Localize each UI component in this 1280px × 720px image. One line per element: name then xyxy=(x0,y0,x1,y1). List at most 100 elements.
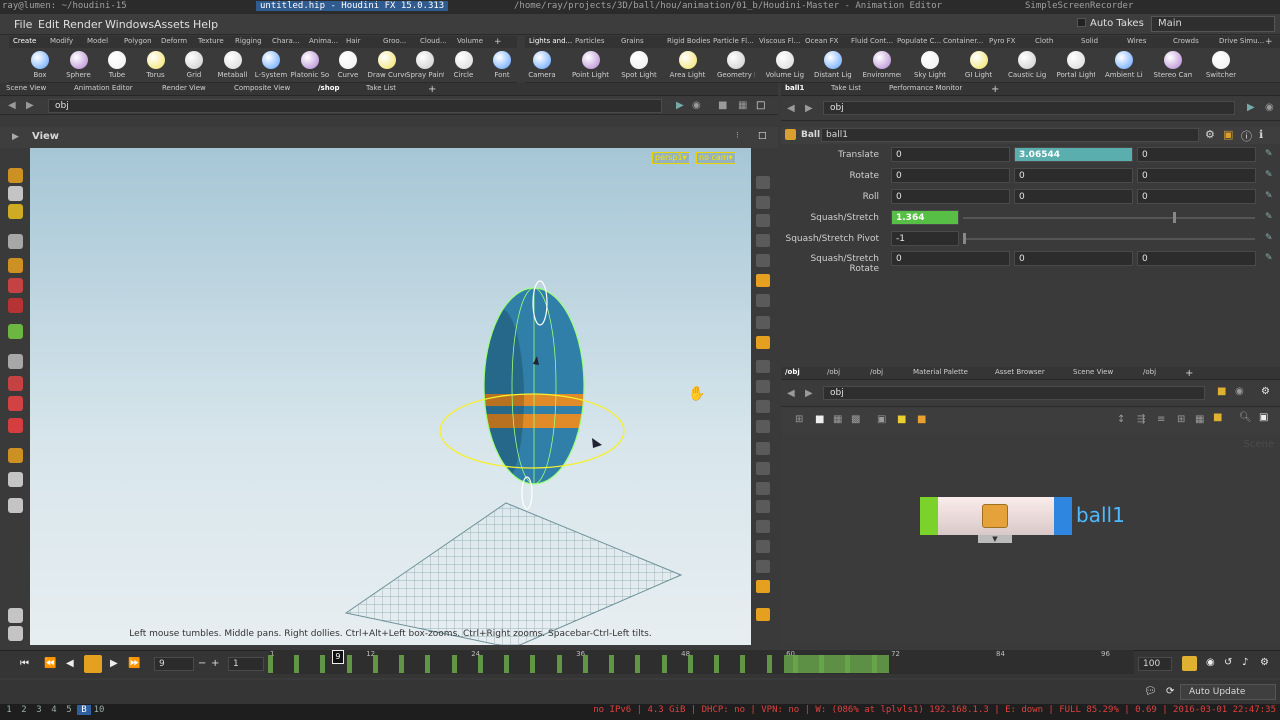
zoom-icon[interactable]: 🔍︎ xyxy=(1239,412,1252,423)
shelf-tool-14[interactable]: Switcher xyxy=(1202,50,1240,82)
snap-icon[interactable]: ⊞ xyxy=(1177,414,1185,425)
right-tool-icon-17[interactable] xyxy=(756,520,770,533)
audio-icon[interactable]: ♪ xyxy=(1242,657,1248,668)
tab-shop[interactable]: /shop xyxy=(318,84,340,92)
left-tool-icon-11[interactable] xyxy=(8,418,23,433)
keyframe-marker[interactable] xyxy=(661,655,667,673)
node-render-flag[interactable] xyxy=(1054,497,1072,535)
right-tool-icon-10[interactable] xyxy=(756,380,770,393)
keyframe-marker[interactable] xyxy=(635,655,641,673)
shelf-tab-7[interactable]: Fluid Cont... xyxy=(851,37,893,45)
left-tool-icon-14[interactable] xyxy=(8,498,23,513)
link-icon[interactable]: ◉ xyxy=(692,100,701,111)
link-icon[interactable]: ◉ xyxy=(1235,386,1244,397)
keyframe-marker[interactable] xyxy=(425,655,431,673)
shelf-tab-1[interactable]: Particles xyxy=(575,37,605,45)
shelf-tool-13[interactable]: Stereo Cam... xyxy=(1154,50,1192,82)
tab-animation-editor[interactable]: Animation Editor xyxy=(74,84,133,92)
param-slider-handle[interactable] xyxy=(963,233,966,244)
shelf-tab-4[interactable]: Particle Fl... xyxy=(713,37,754,45)
shelf-tool-2[interactable]: Spot Light xyxy=(620,50,658,82)
keyframe-marker[interactable] xyxy=(740,655,746,673)
matrix-icon[interactable]: ▩ xyxy=(851,414,860,425)
tab-take-list[interactable]: Take List xyxy=(366,84,396,92)
left-tool-icon-13[interactable] xyxy=(8,472,23,487)
right-tool-icon-14[interactable] xyxy=(756,462,770,475)
right-tool-icon-19[interactable] xyxy=(756,560,770,573)
param-menu-icon[interactable]: ✎ xyxy=(1265,212,1273,222)
chat-icon[interactable]: 💬︎ xyxy=(1144,686,1157,697)
recorder-title[interactable]: SimpleScreenRecorder xyxy=(1025,1,1133,11)
shelf-tab-3[interactable]: Rigid Bodies xyxy=(667,37,710,45)
desktop-button-5[interactable]: B xyxy=(77,705,91,715)
shelf-tab-6[interactable]: Ocean FX xyxy=(805,37,838,45)
desktop-button-4[interactable]: 5 xyxy=(62,705,76,715)
shelf-tab-11[interactable]: Cloud... xyxy=(420,37,447,45)
param-menu-icon[interactable]: ✎ xyxy=(1265,233,1273,243)
right-tool-icon-16[interactable] xyxy=(756,500,770,513)
hda-icon[interactable]: ▣ xyxy=(1223,128,1233,141)
param-field[interactable]: -1 xyxy=(891,231,959,246)
desktop-button-3[interactable]: 4 xyxy=(47,705,61,715)
shelf-tab-0[interactable]: Create xyxy=(13,37,36,45)
auto-update-select[interactable]: Auto Update xyxy=(1180,684,1276,700)
menu-assets[interactable]: Assets xyxy=(154,18,190,31)
link-icon[interactable]: ◉ xyxy=(1265,102,1274,113)
left-tool-icon-2[interactable] xyxy=(8,204,23,219)
layout-icon[interactable]: ⇶ xyxy=(1137,414,1145,425)
tab-scene-view[interactable]: Scene View xyxy=(6,84,46,92)
stop-icon[interactable] xyxy=(84,655,102,673)
frame-increment[interactable]: + xyxy=(211,658,219,669)
shelf-tool-6[interactable]: Distant Light xyxy=(814,50,852,82)
shelf-tab-2[interactable]: Grains xyxy=(621,37,644,45)
right-tool-icon-3[interactable] xyxy=(756,234,770,247)
param-field[interactable]: 0 xyxy=(1137,251,1256,266)
play-icon[interactable]: ▶ xyxy=(110,658,118,669)
keyframe-marker[interactable] xyxy=(687,655,693,673)
param-field[interactable]: 0 xyxy=(1014,168,1133,183)
shelf-tab-8[interactable]: Populate C... xyxy=(897,37,941,45)
shelf-tool-5[interactable]: Volume Light xyxy=(766,50,804,82)
ball-geometry[interactable] xyxy=(439,280,625,510)
image-icon[interactable]: ▣ xyxy=(877,414,886,425)
shelf-tool-11[interactable]: Portal Light xyxy=(1057,50,1095,82)
keyframe-marker[interactable] xyxy=(609,655,615,673)
shelf-tab-5[interactable]: Viscous Fl... xyxy=(759,37,800,45)
list-icon[interactable]: ■ xyxy=(815,414,824,425)
box-icon[interactable]: ■ xyxy=(917,414,926,425)
param-field[interactable]: 0 xyxy=(1137,168,1256,183)
left-tool-icon-6[interactable] xyxy=(8,298,23,313)
node-body[interactable] xyxy=(938,497,1054,535)
keyframe-marker[interactable] xyxy=(714,655,720,673)
shelf-tool-4[interactable]: Grid xyxy=(175,50,213,82)
desktop-button-1[interactable]: 2 xyxy=(17,705,31,715)
keyframe-marker[interactable] xyxy=(399,655,405,673)
grid-icon[interactable]: ▦ xyxy=(833,414,842,425)
add-tab-icon[interactable]: + xyxy=(1185,368,1193,379)
param-menu-icon[interactable]: ✎ xyxy=(1265,170,1273,180)
terminal-title[interactable]: ray@lumen: ~/houdini-15 xyxy=(2,1,127,11)
tab-obj-1[interactable]: /obj xyxy=(785,368,800,376)
shelf-tool-2[interactable]: Tube xyxy=(98,50,136,82)
shelf-tab-9[interactable]: Hair xyxy=(346,37,360,45)
back-icon[interactable]: ◀ xyxy=(787,388,795,399)
desktop-button-2[interactable]: 3 xyxy=(32,705,46,715)
shelf-tab-9[interactable]: Container... xyxy=(943,37,983,45)
left-tool-icon-9[interactable] xyxy=(8,376,23,391)
refresh-icon[interactable]: ⟳ xyxy=(1166,686,1174,697)
gear-icon[interactable]: ⚙ xyxy=(1205,128,1215,141)
param-slider-track[interactable] xyxy=(963,238,1255,240)
back-icon[interactable]: ◀ xyxy=(787,103,795,114)
left-tool-icon-10[interactable] xyxy=(8,396,23,411)
pin-icon[interactable]: ■ xyxy=(1217,386,1226,397)
sort-icon[interactable]: ↕ xyxy=(1117,414,1125,425)
shelf-tool-0[interactable]: Camera xyxy=(523,50,561,82)
left-tool-icon-8[interactable] xyxy=(8,354,23,369)
right-tool-icon-12[interactable] xyxy=(756,420,770,433)
right-tool-icon-18[interactable] xyxy=(756,540,770,553)
shelf-tab-15[interactable]: Drive Simu... xyxy=(1219,37,1264,45)
add-shelf-icon[interactable]: + xyxy=(1265,37,1273,47)
shelf-tab-13[interactable]: Wires xyxy=(1127,37,1146,45)
shelf-tool-0[interactable]: Box xyxy=(21,50,59,82)
keyframe-marker[interactable] xyxy=(294,655,300,673)
